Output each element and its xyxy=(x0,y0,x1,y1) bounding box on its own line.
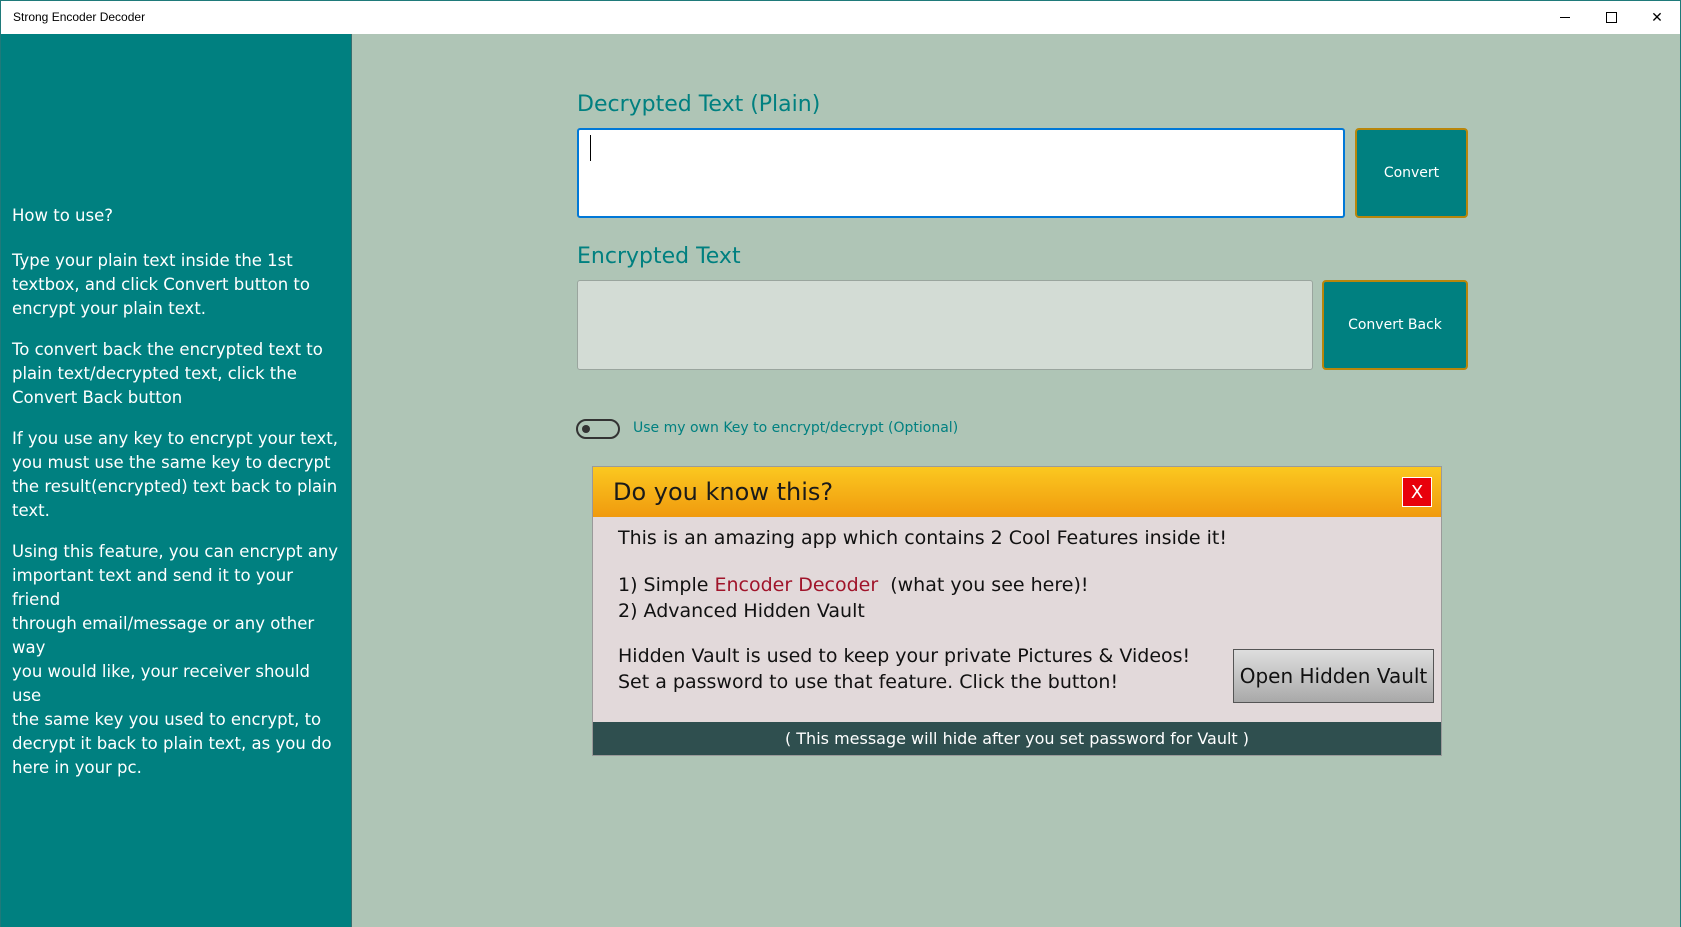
minimize-button[interactable] xyxy=(1542,1,1588,34)
help-paragraph: If you use any key to encrypt your text,… xyxy=(12,429,339,520)
close-window-button[interactable]: ✕ xyxy=(1634,1,1680,34)
toggle-knob xyxy=(582,425,590,433)
text-caret xyxy=(590,135,591,161)
vault-description-line-2: Set a password to use that feature. Clic… xyxy=(618,671,1119,693)
info-panel: Do you know this? X This is an amazing a… xyxy=(592,466,1442,756)
maximize-icon xyxy=(1605,12,1617,23)
help-sidebar: How to use? Type your plain text inside … xyxy=(1,34,352,927)
own-key-toggle[interactable] xyxy=(576,419,620,439)
feature-1-highlight: Encoder Decoder xyxy=(714,574,879,596)
own-key-toggle-label: Use my own Key to encrypt/decrypt (Optio… xyxy=(633,420,959,436)
minimize-icon xyxy=(1560,17,1570,18)
convert-back-button[interactable]: Convert Back xyxy=(1322,280,1468,370)
window-title: Strong Encoder Decoder xyxy=(13,10,146,24)
help-paragraph: Using this feature, you can encrypt any … xyxy=(12,542,339,777)
decrypted-text-input[interactable] xyxy=(577,128,1345,218)
help-paragraph: To convert back the encrypted text to pl… xyxy=(12,340,323,407)
feature-2-line: 2) Advanced Hidden Vault xyxy=(618,600,865,622)
decrypted-text-label: Decrypted Text (Plain) xyxy=(577,92,821,117)
app-window: Strong Encoder Decoder ✕ How to use? Typ… xyxy=(0,0,1681,927)
vault-description-line-1: Hidden Vault is used to keep your privat… xyxy=(618,645,1191,667)
encrypted-text-label: Encrypted Text xyxy=(577,244,741,269)
open-hidden-vault-button[interactable]: Open Hidden Vault xyxy=(1233,649,1434,703)
feature-1-prefix: 1) Simple xyxy=(618,574,715,596)
feature-1-line: 1) Simple Encoder Decoder (what you see … xyxy=(618,574,1088,596)
feature-1-suffix: (what you see here)! xyxy=(890,574,1089,596)
info-panel-header: Do you know this? X xyxy=(593,467,1441,517)
help-heading: How to use? xyxy=(12,206,114,225)
info-intro-text: This is an amazing app which contains 2 … xyxy=(618,527,1227,549)
help-paragraph: Type your plain text inside the 1st text… xyxy=(12,251,310,318)
info-panel-footer: ( This message will hide after you set p… xyxy=(593,722,1441,755)
maximize-button[interactable] xyxy=(1588,1,1634,34)
convert-button[interactable]: Convert xyxy=(1355,128,1468,218)
info-panel-close-button[interactable]: X xyxy=(1402,477,1432,507)
close-icon: ✕ xyxy=(1651,9,1663,26)
title-bar: Strong Encoder Decoder ✕ xyxy=(1,1,1680,34)
encrypted-text-output[interactable] xyxy=(577,280,1313,370)
main-content: Decrypted Text (Plain) Convert Encrypted… xyxy=(352,34,1680,927)
info-panel-title: Do you know this? xyxy=(613,478,834,506)
